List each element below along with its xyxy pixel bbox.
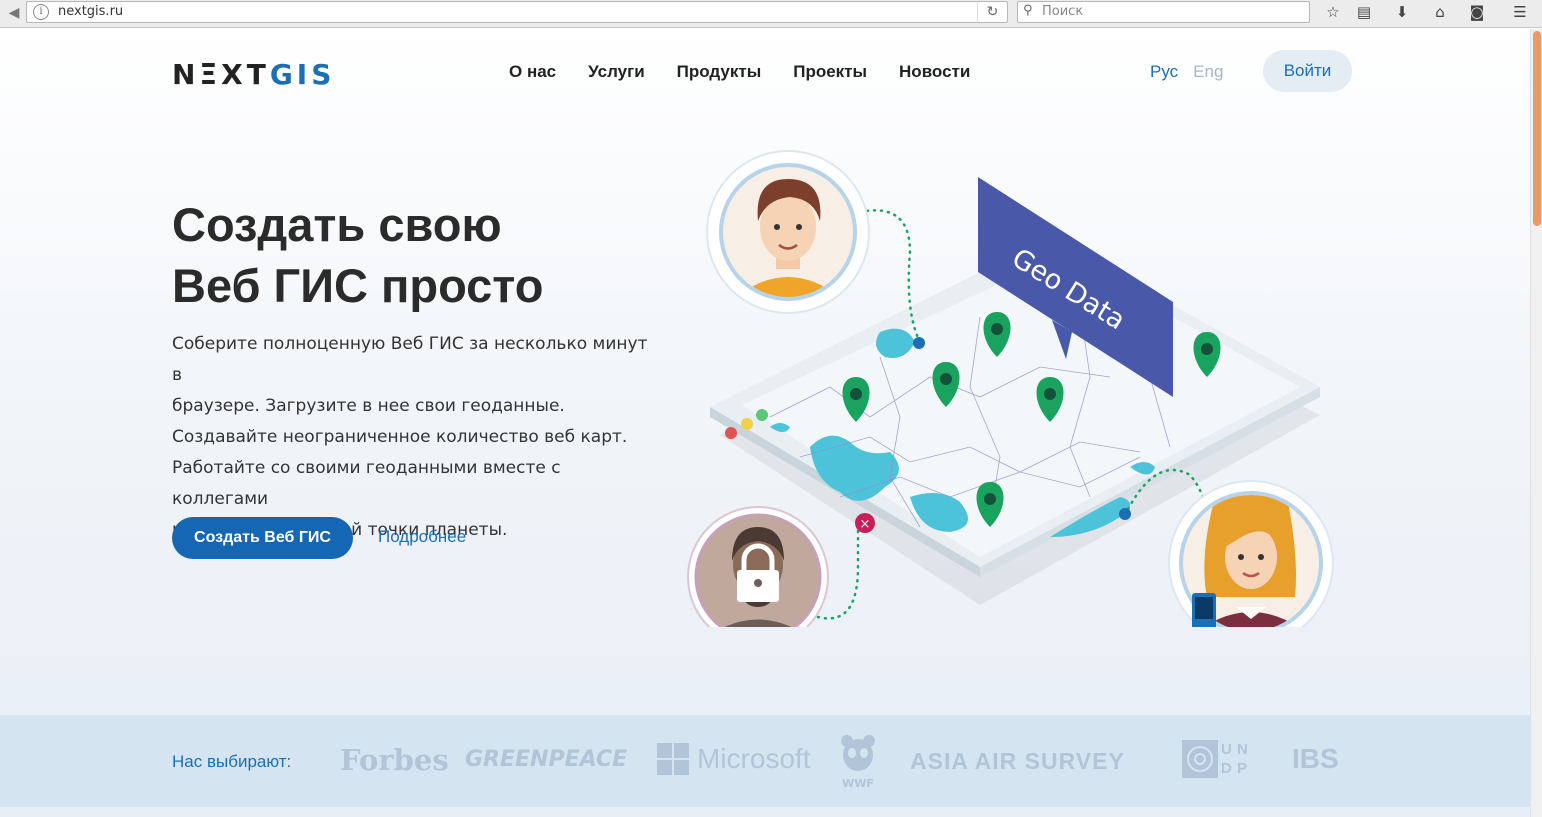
hero-text-line: Соберите полноценную Веб ГИС за нескольк… [172,334,648,385]
panda-icon [841,735,875,771]
hero-text-line: Создавайте неограниченное количество веб… [172,427,628,447]
menu-icon[interactable]: ☰ [1508,1,1532,23]
window-dot-red [725,427,737,439]
avatar-locked [687,506,829,627]
microsoft-icon [657,743,689,775]
more-link[interactable]: Подробнее [378,527,466,547]
hero-title-line1: Создать свою [172,198,502,251]
ibs-logo[interactable]: IBS [1292,743,1339,775]
star-icon[interactable]: ☆ [1321,1,1345,23]
clients-strip: Нас выбирают: Forbes GREENPEACE Microsof… [0,715,1530,807]
window-dot-yellow [741,418,753,430]
search-placeholder: Поиск [1042,4,1084,19]
back-icon[interactable]: ◀ [4,3,24,23]
download-icon[interactable]: ⬇ [1390,1,1414,23]
address-bar[interactable]: i nextgis.ru ↻ [26,1,1008,23]
avatar-woman [1168,480,1334,627]
logo[interactable]: NΞXTGIS [172,58,335,91]
hero-text-line: браузере. Загрузите в нее свои геоданные… [172,396,565,416]
microsoft-logo[interactable]: Microsoft [697,743,811,775]
window-dot-green [756,409,768,421]
url-text: nextgis.ru [58,4,124,19]
language-switch: Рус Eng [1150,62,1223,82]
browser-toolbar: ◀ i nextgis.ru ↻ ⚲ Поиск ☆ ▤ ⬇ ⌂ ◙ ☰ [0,0,1542,28]
asia-air-survey-logo[interactable]: ASIA AIR SURVEY [910,748,1125,775]
pocket-icon[interactable]: ◙ [1465,1,1489,23]
nav-about[interactable]: О нас [509,62,556,82]
wwf-logo[interactable]: WWF [838,733,878,791]
nav-products[interactable]: Продукты [677,62,762,82]
login-button[interactable]: Войти [1263,50,1352,92]
avatar-man [706,150,870,314]
lang-en[interactable]: Eng [1193,62,1223,82]
hero-text-line: Работайте со своими геоданными вместе с … [172,458,561,509]
logo-accent: GIS [269,58,336,91]
hero-title-line2: Веб ГИС просто [172,259,544,312]
connector-dot [1119,508,1131,520]
lang-ru[interactable]: Рус [1150,62,1178,82]
connector-dot [913,337,925,349]
nav-services[interactable]: Услуги [588,62,645,82]
un-emblem-icon [1182,740,1218,778]
reload-icon[interactable]: ↻ [977,2,1007,22]
search-icon: ⚲ [1023,3,1033,18]
hero-description: Соберите полноценную Веб ГИС за нескольк… [172,329,662,546]
scrollbar-thumb[interactable] [1533,31,1541,226]
scrollbar[interactable] [1530,29,1542,817]
page: NΞXTGIS О нас Услуги Продукты Проекты Но… [0,29,1530,817]
undp-logo[interactable]: U N D P [1221,740,1261,778]
svg-text:×: × [860,517,871,532]
logo-main: NΞXT [172,58,270,91]
search-input[interactable]: ⚲ Поиск [1017,1,1310,23]
forbes-logo[interactable]: Forbes [340,743,449,777]
info-icon[interactable]: i [33,4,49,20]
clients-label: Нас выбирают: [172,752,292,771]
main-nav: О нас Услуги Продукты Проекты Новости [509,62,970,82]
wwf-text: WWF [842,777,874,790]
nav-news[interactable]: Новости [899,62,970,82]
reading-list-icon[interactable]: ▤ [1352,1,1376,23]
hero-title: Создать свою Веб ГИС просто [172,194,543,316]
greenpeace-logo[interactable]: GREENPEACE [465,747,627,772]
create-webgis-button[interactable]: Создать Веб ГИС [172,517,353,559]
home-icon[interactable]: ⌂ [1428,1,1452,23]
hero-illustration: Geo Data × [687,150,1334,627]
nav-projects[interactable]: Проекты [793,62,867,82]
